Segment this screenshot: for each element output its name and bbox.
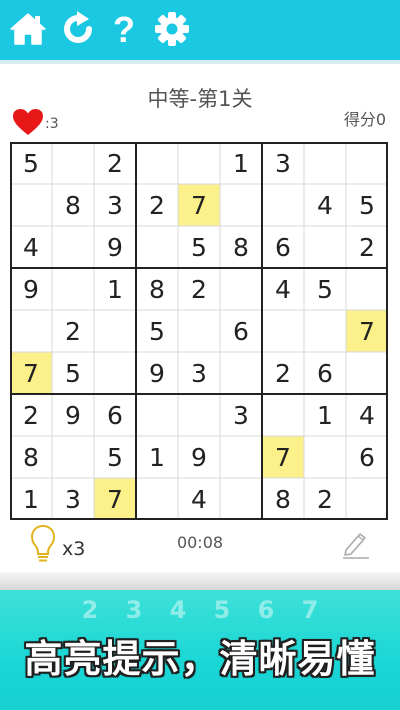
heart-icon (13, 109, 43, 135)
ghost-digit: 4 (169, 596, 187, 624)
ghost-digit: 6 (257, 596, 275, 624)
board-grid-lines (10, 142, 388, 520)
pencil-icon (343, 533, 369, 559)
promo-banner: 234567 高亮提示，清晰易懂 (0, 590, 400, 710)
score-label: 得分0 (343, 110, 386, 129)
lives-count: :3 (45, 116, 59, 132)
restart-button[interactable] (58, 9, 98, 49)
bottom-divider (0, 572, 400, 590)
top-toolbar: ? (0, 0, 400, 60)
ghost-digit: 3 (125, 596, 143, 624)
svg-text:?: ? (113, 10, 135, 48)
help-button[interactable]: ? (104, 9, 144, 49)
settings-icon (155, 12, 189, 46)
ghost-digit: 2 (81, 596, 99, 624)
ghost-digit: 5 (213, 596, 231, 624)
ghost-digit: 7 (301, 596, 319, 624)
restart-icon (64, 11, 92, 43)
level-title: 中等-第1关 (147, 87, 253, 111)
home-button[interactable] (8, 9, 48, 49)
banner-text: 高亮提示，清晰易懂 (24, 637, 376, 681)
toolbar-divider (0, 60, 400, 64)
home-icon (10, 13, 46, 45)
sudoku-board: 5213832745495862918245256775932629631485… (10, 142, 388, 520)
settings-button[interactable] (152, 9, 192, 49)
help-icon: ? (113, 10, 135, 48)
ghost-digit-row: 234567 (0, 596, 400, 624)
lives-indicator: :3 (12, 108, 59, 136)
pencil-button[interactable] (340, 528, 372, 564)
